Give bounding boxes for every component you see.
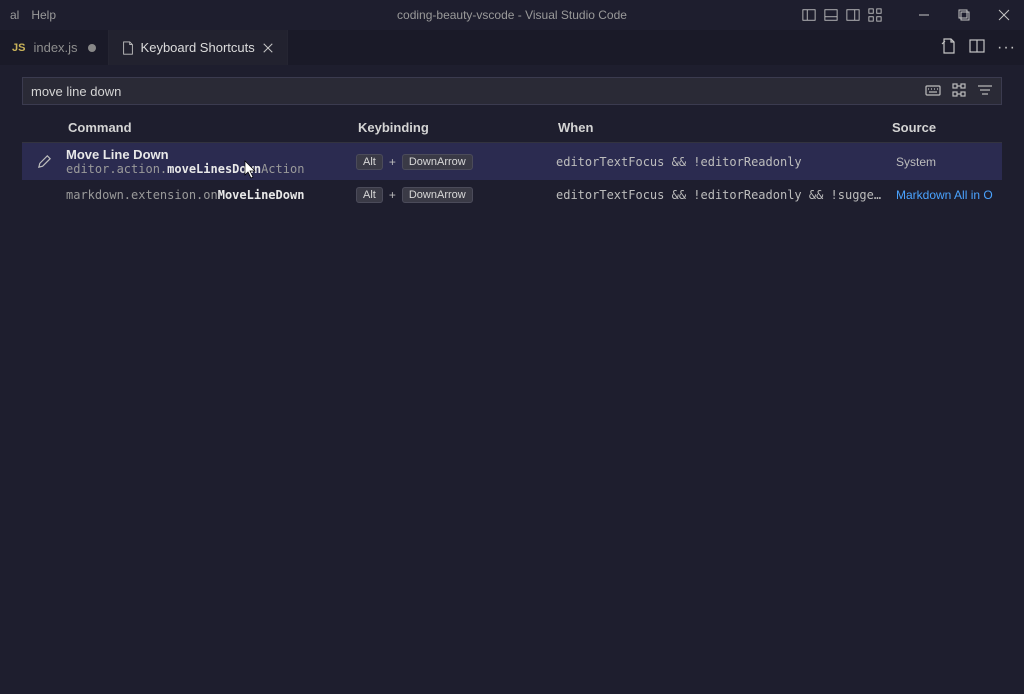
plus: + (389, 188, 396, 202)
key: Alt (356, 154, 383, 170)
unsaved-dot-icon (88, 44, 96, 52)
search-input[interactable] (31, 84, 925, 99)
minimize-button[interactable] (904, 0, 944, 30)
keybinding-cell: Alt + DownArrow (356, 187, 556, 203)
file-icon (121, 41, 135, 55)
search-actions (925, 82, 993, 101)
window-title: coding-beauty-vscode - Visual Studio Cod… (397, 8, 627, 22)
layout-customize-icon[interactable] (866, 6, 884, 24)
keybinding-search (22, 77, 1002, 105)
title-bar: al Help coding-beauty-vscode - Visual St… (0, 0, 1024, 30)
menu-item-partial[interactable]: al (10, 8, 19, 22)
col-when[interactable]: When (556, 116, 890, 139)
edit-keybinding-icon[interactable] (22, 154, 66, 169)
split-editor-icon[interactable] (969, 38, 985, 57)
source-cell: System (890, 155, 1002, 169)
tab-label: Keyboard Shortcuts (141, 40, 255, 55)
clear-search-icon[interactable] (977, 82, 993, 101)
when-cell: editorTextFocus && !editorReadonly (556, 155, 890, 169)
window-controls (800, 0, 1024, 30)
command-id: editor.action.moveLinesDownAction (66, 162, 356, 176)
col-source[interactable]: Source (890, 116, 1002, 139)
window-control-buttons (904, 0, 1024, 30)
menu-item-help[interactable]: Help (31, 8, 56, 22)
col-keybinding[interactable]: Keybinding (356, 116, 556, 139)
key: DownArrow (402, 187, 473, 203)
layout-panel-icon[interactable] (822, 6, 840, 24)
source-cell-link[interactable]: Markdown All in O (890, 188, 1002, 202)
keybinding-cell: Alt + DownArrow (356, 154, 556, 170)
tab-bar-actions: ··· (941, 30, 1016, 65)
table-row[interactable]: markdown.extension.onMoveLineDown Alt + … (22, 180, 1002, 210)
record-keys-icon[interactable] (925, 82, 941, 101)
open-keyboard-shortcuts-json-icon[interactable] (941, 38, 957, 57)
keybindings-table: Command Keybinding When Source Move Line… (0, 113, 1024, 210)
table-header: Command Keybinding When Source (22, 113, 1002, 143)
table-row[interactable]: Move Line Down editor.action.moveLinesDo… (22, 143, 1002, 180)
close-button[interactable] (984, 0, 1024, 30)
tab-keyboard-shortcuts[interactable]: Keyboard Shortcuts (109, 30, 288, 65)
when-cell: editorTextFocus && !editorReadonly && !s… (556, 188, 890, 202)
key: DownArrow (402, 154, 473, 170)
key: Alt (356, 187, 383, 203)
tab-index-js[interactable]: JS index.js (0, 30, 109, 65)
sort-by-precedence-icon[interactable] (951, 82, 967, 101)
tab-close-icon[interactable] (261, 41, 275, 55)
more-actions-icon[interactable]: ··· (997, 39, 1016, 57)
tab-bar: JS index.js Keyboard Shortcuts ··· (0, 30, 1024, 65)
plus: + (389, 155, 396, 169)
layout-secondary-sidebar-icon[interactable] (844, 6, 862, 24)
command-id: markdown.extension.onMoveLineDown (66, 188, 356, 202)
tab-label: index.js (33, 40, 77, 55)
col-command[interactable]: Command (66, 116, 356, 139)
layout-icons (800, 6, 884, 24)
menu-bar: al Help (8, 8, 56, 22)
maximize-button[interactable] (944, 0, 984, 30)
command-title: Move Line Down (66, 147, 356, 162)
js-file-icon: JS (12, 42, 25, 54)
layout-primary-sidebar-icon[interactable] (800, 6, 818, 24)
